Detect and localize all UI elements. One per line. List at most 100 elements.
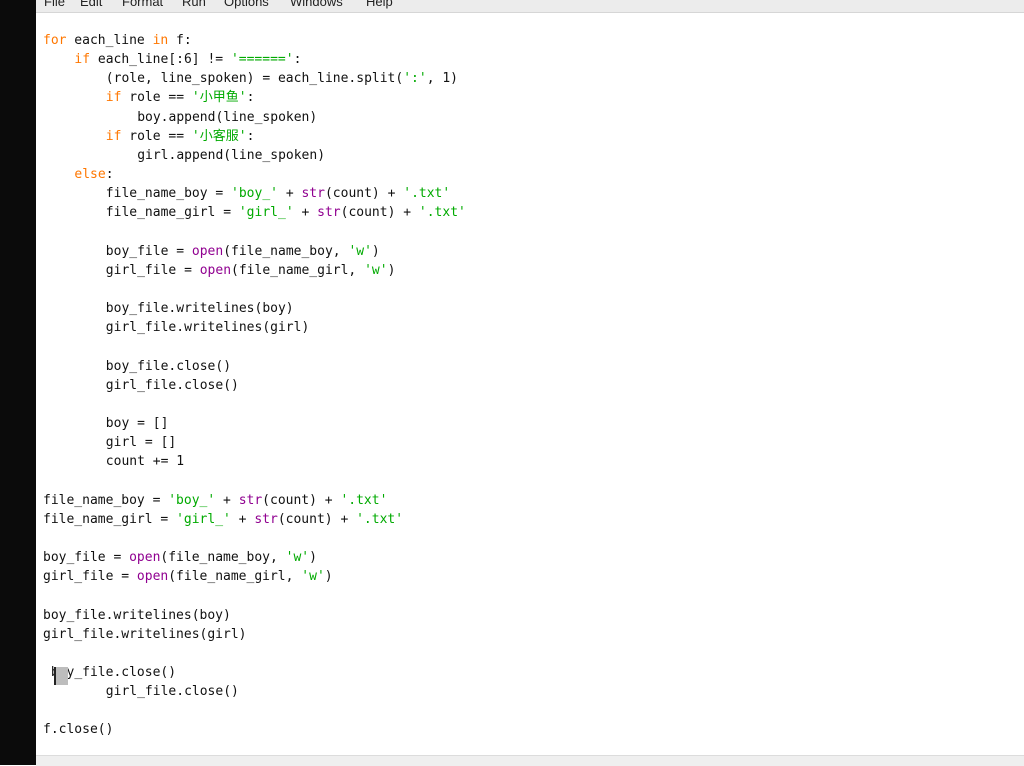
code-token: (file_name_boy, [223,243,349,259]
string-token: 'girl_' [238,205,294,221]
code-token: : [105,167,114,183]
code-token: , 1) [426,71,459,87]
string-token: '======' [230,52,294,68]
string-token: 'w' [301,569,325,585]
code-token: f.close() [43,722,114,738]
code-line: boy_file.close() [51,663,176,682]
code-token: girl_file = [105,262,200,278]
code-token: boy_file.close() [50,664,177,680]
menu-help[interactable]: Help [366,0,393,9]
string-token: '小甲鱼' [191,90,247,106]
code-editor[interactable]: for each_line in f: if each_line[:6] != '… [36,13,1024,755]
status-bar [36,755,1024,766]
string-token: '.txt' [340,492,388,508]
menu-windows[interactable]: Windows [290,0,343,9]
code-token: role == [121,128,192,144]
code-line: girl_file = open(file_name_girl, 'w') [43,567,333,586]
code-token: file_name_boy = [105,186,232,202]
builtin-token: str [317,205,341,221]
code-token: (count) + [277,511,357,527]
code-line: girl_file.writelines(girl) [106,318,310,337]
menu-format[interactable]: Format [122,0,163,9]
code-token: ) [309,550,317,566]
keyword-token: if [74,52,91,68]
code-line: count += 1 [106,452,184,471]
code-token: (count) + [340,205,419,221]
code-line: file_name_boy = 'boy_' + str(count) + '.… [106,184,450,203]
code-line: boy_file.writelines(boy) [106,299,294,318]
string-token: 'girl_' [176,511,231,527]
code-token: girl_file.writelines(girl) [43,626,247,642]
code-token: + [230,511,255,527]
code-token: : [293,52,302,68]
code-token: (file_name_girl, [231,262,365,278]
string-token: '小客服' [191,128,247,144]
code-line: else: [74,165,113,184]
code-token: boy = [] [105,416,169,431]
menu-file[interactable]: File [44,0,65,9]
code-line: girl = [] [106,433,176,452]
builtin-token: open [136,569,169,585]
code-token: boy_file.close() [105,358,232,374]
code-token: ) [324,569,333,585]
builtin-token: str [238,492,263,508]
code-token: boy_file.writelines(boy) [105,301,294,317]
menu-run[interactable]: Run [182,0,206,9]
code-line: f.close() [43,720,113,739]
code-token: boy_file = [43,550,130,566]
code-token: girl_file = [43,569,137,585]
code-token: (file_name_boy, [160,550,286,566]
code-token: count += 1 [105,454,185,470]
string-token: ':' [403,71,427,87]
code-token: girl_file.close() [105,377,239,393]
code-line: girl_file.writelines(girl) [43,625,247,644]
code-line: if role == '小客服': [106,127,255,146]
code-line: girl.append(line_spoken) [137,146,325,165]
code-line: if role == '小甲鱼': [106,88,255,107]
code-token: girl = [] [105,435,177,451]
code-token: girl_file.writelines(girl) [105,320,310,336]
code-line: file_name_girl = 'girl_' + str(count) + … [43,510,403,529]
code-line: for each_line in f: [43,31,192,50]
code-line: girl_file.close() [106,682,239,701]
code-line: boy_file = open(file_name_boy, 'w') [43,548,317,567]
menu-edit[interactable]: Edit [80,0,102,9]
code-token: file_name_boy = [43,492,169,508]
left-dark-strip [0,0,36,765]
menu-bar: File Edit Format Run Options Windows Hel… [36,0,1024,13]
code-token: (file_name_girl, [168,569,302,585]
code-token: role == [121,90,192,106]
keyword-token: else [74,167,106,183]
keyword-token: for [43,33,67,48]
code-line: (role, line_spoken) = each_line.split(':… [106,69,458,88]
string-token: 'boy_' [231,186,278,202]
code-token: (count) + [262,492,341,508]
code-line: if each_line[:6] != '======': [74,50,301,69]
code-line: girl_file = open(file_name_girl, 'w') [106,261,396,280]
builtin-token: str [254,511,278,527]
string-token: '.txt' [403,186,451,202]
builtin-token: str [301,186,325,202]
code-line: boy_file = open(file_name_boy, 'w') [106,242,380,261]
builtin-token: open [199,262,232,278]
builtin-token: open [191,243,224,259]
code-line: boy_file.close() [106,357,231,376]
code-line: boy.append(line_spoken) [137,108,317,127]
code-token: boy_file = [105,243,192,259]
code-token: (count) + [324,186,404,202]
code-token: file_name_girl = [43,511,177,527]
string-token: 'w' [348,243,372,259]
code-token: each_line [66,33,153,48]
code-token: girl_file.close() [105,684,239,700]
code-token: ) [371,243,380,259]
code-token: + [278,186,302,202]
code-token: : [246,90,255,106]
string-token: 'boy_' [168,492,216,508]
keyword-token: in [152,33,169,48]
code-token: file_name_girl = [105,205,239,221]
string-token: 'w' [364,262,388,278]
menu-options[interactable]: Options [224,0,269,9]
code-token: + [215,492,239,508]
keyword-token: if [105,128,122,144]
code-line: file_name_boy = 'boy_' + str(count) + '.… [43,491,387,510]
